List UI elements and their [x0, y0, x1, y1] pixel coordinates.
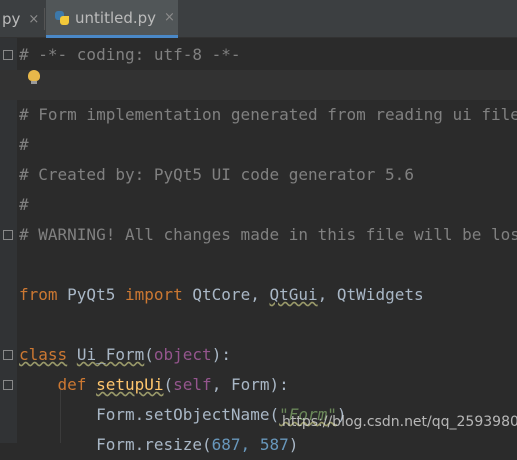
number-literal: 687, 587	[211, 435, 289, 454]
code-line-3: # Form implementation generated from rea…	[19, 105, 517, 124]
code-line-7: # WARNING! All changes made in this file…	[19, 225, 517, 244]
code-editor[interactable]: # -*- coding: utf-8 -*- # Form implement…	[0, 38, 517, 454]
fold-icon[interactable]	[3, 380, 13, 390]
code-line-6: #	[19, 195, 29, 214]
code-line-5: # Created by: PyQt5 UI code generator 5.…	[19, 165, 414, 184]
tab-untitled-py[interactable]: untitled.py ×	[46, 0, 178, 38]
code-line-4: #	[19, 135, 29, 154]
code-line-1: # -*- coding: utf-8 -*-	[19, 45, 241, 64]
self-param: self	[173, 375, 212, 394]
function-name: setupUi	[96, 375, 164, 394]
tab-label: py	[2, 10, 21, 28]
code-line-9: from PyQt5 import QtCore, QtGui, QtWidge…	[19, 285, 424, 304]
code-line-11: class Ui_Form(object):	[19, 345, 231, 364]
keyword: import	[124, 285, 183, 304]
keyword: class	[19, 345, 68, 364]
code-line-12: def setupUi(self, Form):	[57, 375, 289, 394]
class-name: Ui_Form	[76, 345, 145, 364]
fold-icon[interactable]	[3, 50, 13, 60]
code-line-2-current	[0, 70, 517, 100]
fold-icon[interactable]	[3, 350, 13, 360]
keyword: def	[57, 375, 87, 394]
lightbulb-icon[interactable]	[28, 70, 40, 84]
watermark: https://blog.csdn.net/qq_25939803	[282, 414, 517, 430]
editor-tab-bar: py × untitled.py ×	[0, 0, 517, 38]
python-file-icon	[54, 10, 70, 26]
code-line-14: Form.resize(687, 587)	[96, 435, 299, 454]
tab-divider	[44, 8, 45, 30]
close-icon[interactable]: ×	[28, 12, 39, 27]
tab-py-file[interactable]: py ×	[0, 0, 46, 38]
tab-label: untitled.py	[75, 8, 157, 27]
close-icon[interactable]: ×	[164, 10, 175, 25]
fold-icon[interactable]	[3, 230, 13, 240]
unused-import: QtGui	[269, 285, 318, 304]
base-class: object	[153, 345, 212, 364]
keyword: from	[19, 285, 58, 304]
